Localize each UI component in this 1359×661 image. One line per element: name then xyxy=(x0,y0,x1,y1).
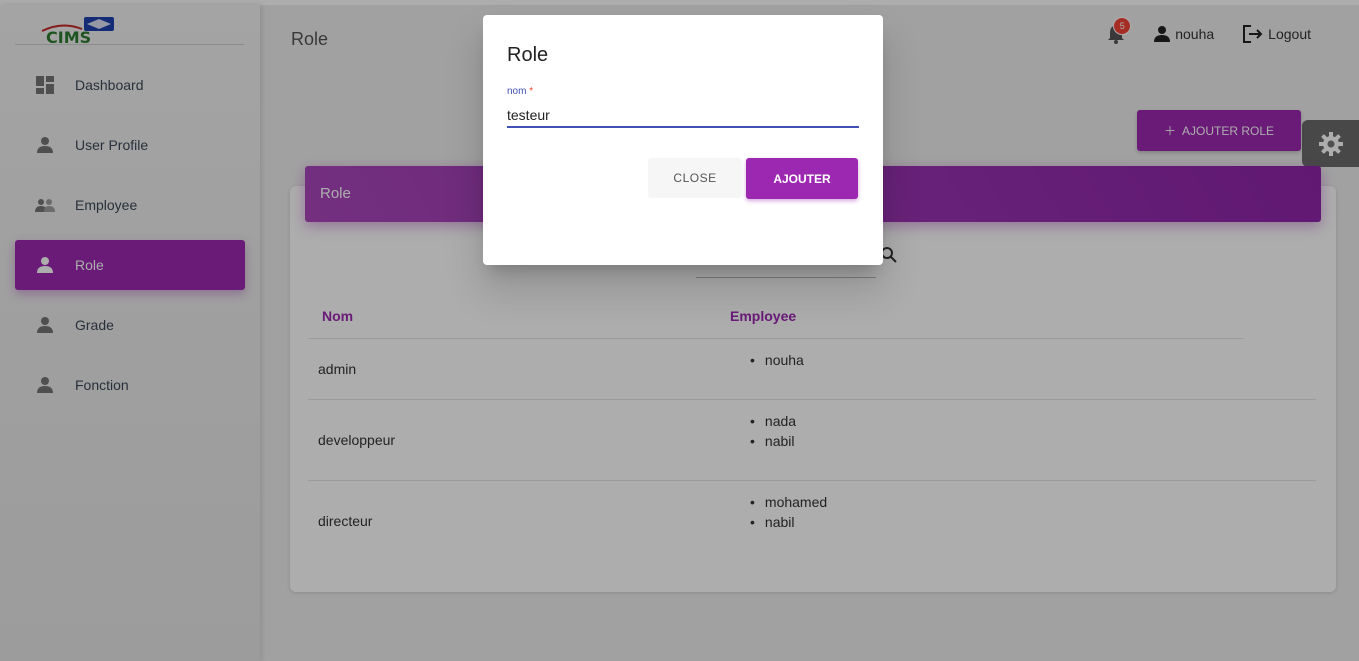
ajouter-button[interactable]: AJOUTER xyxy=(746,158,858,199)
field-label-text: nom xyxy=(507,86,527,97)
nom-input[interactable] xyxy=(507,104,859,128)
required-mark: * xyxy=(529,86,534,97)
role-dialog: Role nom * CLOSE AJOUTER xyxy=(483,15,883,265)
close-button[interactable]: CLOSE xyxy=(648,158,742,198)
dialog-title: Role xyxy=(507,44,549,66)
nom-field-label: nom * xyxy=(507,86,533,97)
